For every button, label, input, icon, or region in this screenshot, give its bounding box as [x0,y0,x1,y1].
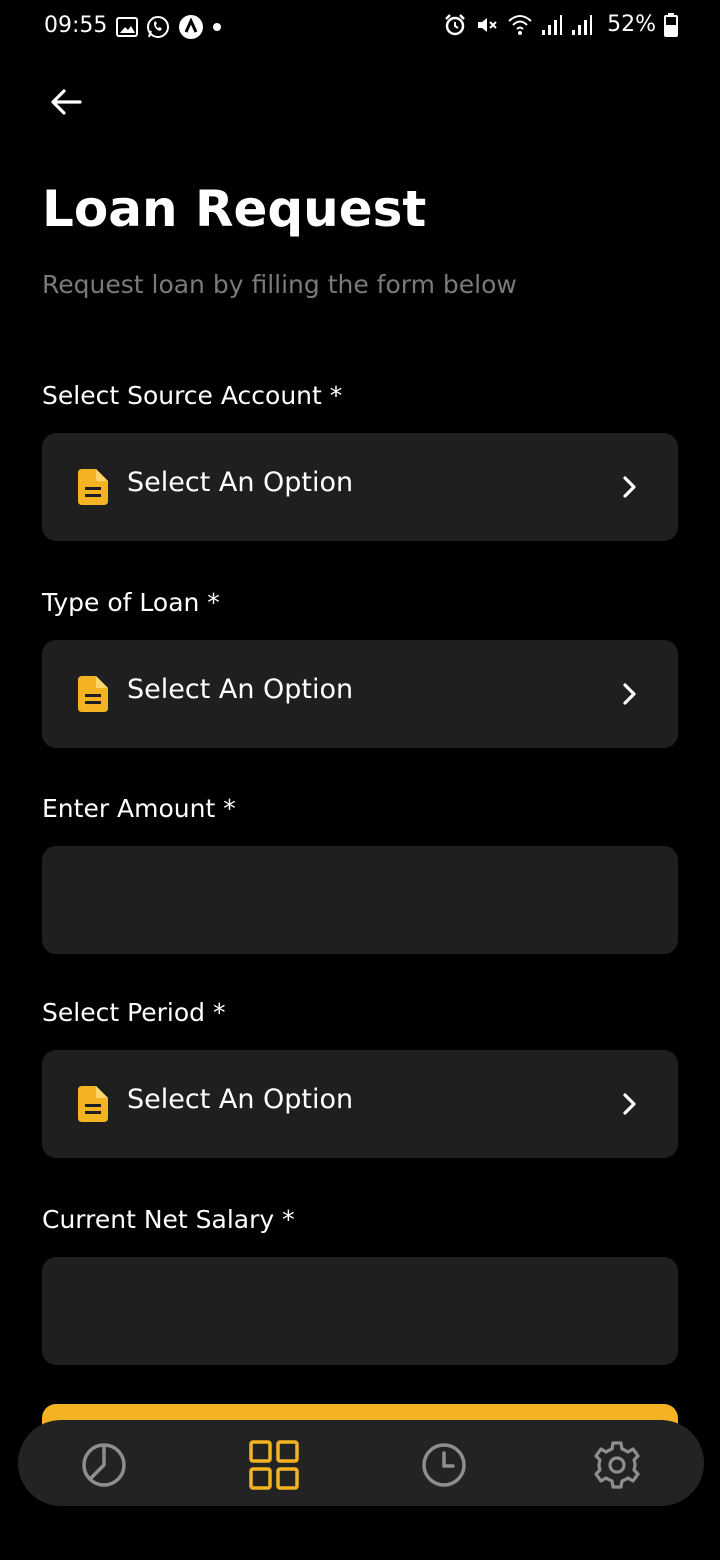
chevron-right-icon [623,1093,636,1115]
whatsapp-icon [147,16,169,38]
signal-icon [542,14,563,35]
gallery-icon [116,17,138,37]
page-subtitle: Request loan by filling the form below [42,270,517,299]
status-time: 09:55 [44,13,108,38]
source-account-value: Select An Option [127,467,354,498]
nav-item-services[interactable] [249,1440,299,1490]
alarm-icon [445,13,465,35]
salary-input[interactable] [42,1257,678,1365]
battery-percent: 52% [607,12,656,37]
document-icon [78,1086,108,1122]
chevron-right-icon [623,683,636,705]
period-label: Select Period * [42,998,226,1027]
document-icon [78,469,108,505]
clock-icon [422,1443,466,1487]
chevron-right-icon [623,476,636,498]
period-value: Select An Option [127,1084,354,1115]
bottom-nav [18,1420,704,1506]
grid-icon [249,1440,299,1490]
dot-icon [213,23,221,31]
screen: 09:55 52% Loan Request Request loan by f… [0,0,720,1560]
signal-2-icon [572,14,593,35]
status-right-icons: 52% [443,12,678,37]
pie-chart-icon [82,1443,126,1487]
wifi-icon [508,14,532,35]
arrow-left-icon [51,89,82,115]
gear-icon [594,1441,640,1489]
amount-input[interactable] [42,846,678,954]
loan-type-value: Select An Option [127,674,354,705]
loan-type-label: Type of Loan * [42,588,220,617]
app-notification-icon [179,15,203,39]
nav-item-settings[interactable] [592,1440,642,1490]
page-title: Loan Request [42,180,427,238]
back-button[interactable] [46,82,86,122]
source-account-select[interactable]: Select An Option [42,433,678,541]
status-left-icons [116,14,222,40]
loan-type-select[interactable]: Select An Option [42,640,678,748]
nav-item-dashboard[interactable] [79,1440,129,1490]
salary-label: Current Net Salary * [42,1205,295,1234]
battery-icon [664,12,678,37]
nav-item-history[interactable] [419,1440,469,1490]
document-icon [78,676,108,712]
source-account-label: Select Source Account * [42,381,343,410]
mute-icon [478,17,497,32]
amount-label: Enter Amount * [42,794,236,823]
status-bar: 09:55 52% [0,0,720,56]
period-select[interactable]: Select An Option [42,1050,678,1158]
